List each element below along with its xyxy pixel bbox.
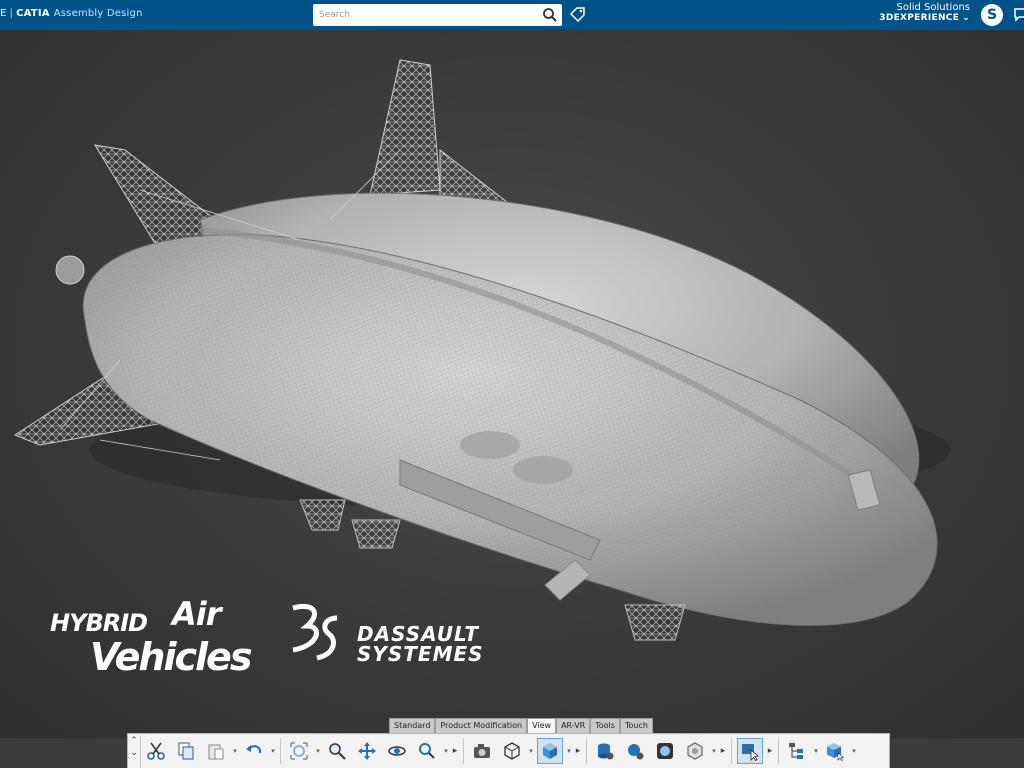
- cut-icon[interactable]: [143, 738, 169, 764]
- copy-icon[interactable]: [173, 738, 199, 764]
- chevron-down-icon[interactable]: ▾: [269, 747, 277, 755]
- chevron-down-icon[interactable]: ▾: [314, 747, 322, 755]
- search-input[interactable]: [313, 4, 538, 26]
- divider: [280, 738, 281, 764]
- zoom-icon[interactable]: [414, 738, 440, 764]
- product-icon[interactable]: [822, 738, 848, 764]
- chevron-down-icon[interactable]: ▾: [850, 747, 858, 755]
- fit-all-icon[interactable]: [286, 738, 312, 764]
- title-separator: |: [9, 8, 14, 19]
- action-bar: ⌃ ⌄ ▾ ▾ ▾ ▾ ▸ ▾ ▾ ▸ ▾ ▸ ▸ ▾ ▾: [127, 733, 890, 768]
- logo-text: SYSTEMES: [357, 642, 484, 666]
- 3d-viewport[interactable]: HYBRID Air Vehicles DASSAULT SYSTEMES: [0, 30, 1024, 738]
- divider: [731, 738, 732, 764]
- shading-icon[interactable]: [537, 738, 563, 764]
- logo-text: Vehicles: [90, 635, 252, 679]
- chat-icon[interactable]: [1013, 6, 1024, 22]
- zoom-area-icon[interactable]: [324, 738, 350, 764]
- app-name: CATIA: [16, 8, 50, 19]
- tab-ar-vr[interactable]: AR-VR: [556, 718, 591, 733]
- divider: [586, 738, 587, 764]
- brand-fragment: E: [0, 8, 7, 19]
- view-mode-icon[interactable]: [499, 738, 525, 764]
- logo-text: Air: [172, 595, 222, 633]
- tab-tools[interactable]: Tools: [590, 718, 620, 733]
- tag-icon[interactable]: [569, 6, 587, 24]
- tab-touch[interactable]: Touch: [619, 718, 653, 733]
- pan-icon[interactable]: [354, 738, 380, 764]
- company-name: Solid Solutions: [896, 2, 971, 13]
- render-icon[interactable]: [592, 738, 618, 764]
- top-bar: E|CATIAAssembly Design Solid Solutions 3…: [0, 0, 1024, 30]
- select-icon[interactable]: [737, 738, 763, 764]
- chevron-down-icon[interactable]: ▾: [710, 747, 718, 755]
- collapse-toggle[interactable]: ⌃ ⌄: [128, 734, 141, 768]
- expand-arrow-icon[interactable]: ▸: [573, 746, 583, 756]
- platform-name: 3DEXPERIENCE: [879, 13, 960, 23]
- paste-icon[interactable]: [203, 738, 229, 764]
- app-title[interactable]: E | CATIA Assembly Design: [0, 8, 143, 19]
- 3ds-logo-mark-icon: [292, 604, 338, 661]
- action-bar-tabs: Standard Product Modification View AR-VR…: [389, 718, 653, 733]
- tab-product-modification[interactable]: Product Modification: [435, 718, 528, 733]
- ambience-icon[interactable]: [622, 738, 648, 764]
- chevron-down-icon[interactable]: ▾: [565, 747, 573, 755]
- search-box: [313, 4, 562, 26]
- module-name: Assembly Design: [53, 8, 143, 19]
- chevron-down-icon: ⌄: [962, 13, 970, 23]
- dassault-systemes-logo: DASSAULT SYSTEMES: [285, 600, 515, 670]
- chevron-down-icon[interactable]: ▾: [812, 747, 820, 755]
- undo-icon[interactable]: [241, 738, 267, 764]
- rotate-icon[interactable]: [384, 738, 410, 764]
- chevron-down-icon[interactable]: ▾: [442, 747, 450, 755]
- avatar[interactable]: S: [981, 4, 1003, 26]
- chevron-down-icon[interactable]: ▾: [527, 747, 535, 755]
- expand-arrow-icon[interactable]: ▸: [450, 746, 460, 756]
- divider: [463, 738, 464, 764]
- tab-standard[interactable]: Standard: [389, 718, 436, 733]
- expand-arrow-icon[interactable]: ▸: [765, 746, 775, 756]
- tab-view[interactable]: View: [527, 718, 557, 733]
- expand-arrow-icon[interactable]: ▸: [718, 746, 728, 756]
- divider: [778, 738, 779, 764]
- account-menu[interactable]: Solid Solutions 3DEXPERIENCE ⌄: [879, 2, 970, 24]
- lighting-icon[interactable]: [652, 738, 678, 764]
- capture-icon[interactable]: [469, 738, 495, 764]
- tree-icon[interactable]: [784, 738, 810, 764]
- chevron-down-icon[interactable]: ▾: [231, 747, 239, 755]
- hybrid-air-vehicles-logo: HYBRID Air Vehicles: [50, 595, 270, 690]
- search-icon[interactable]: [542, 7, 558, 23]
- logo-text: HYBRID: [50, 609, 148, 637]
- normal-view-icon[interactable]: [682, 738, 708, 764]
